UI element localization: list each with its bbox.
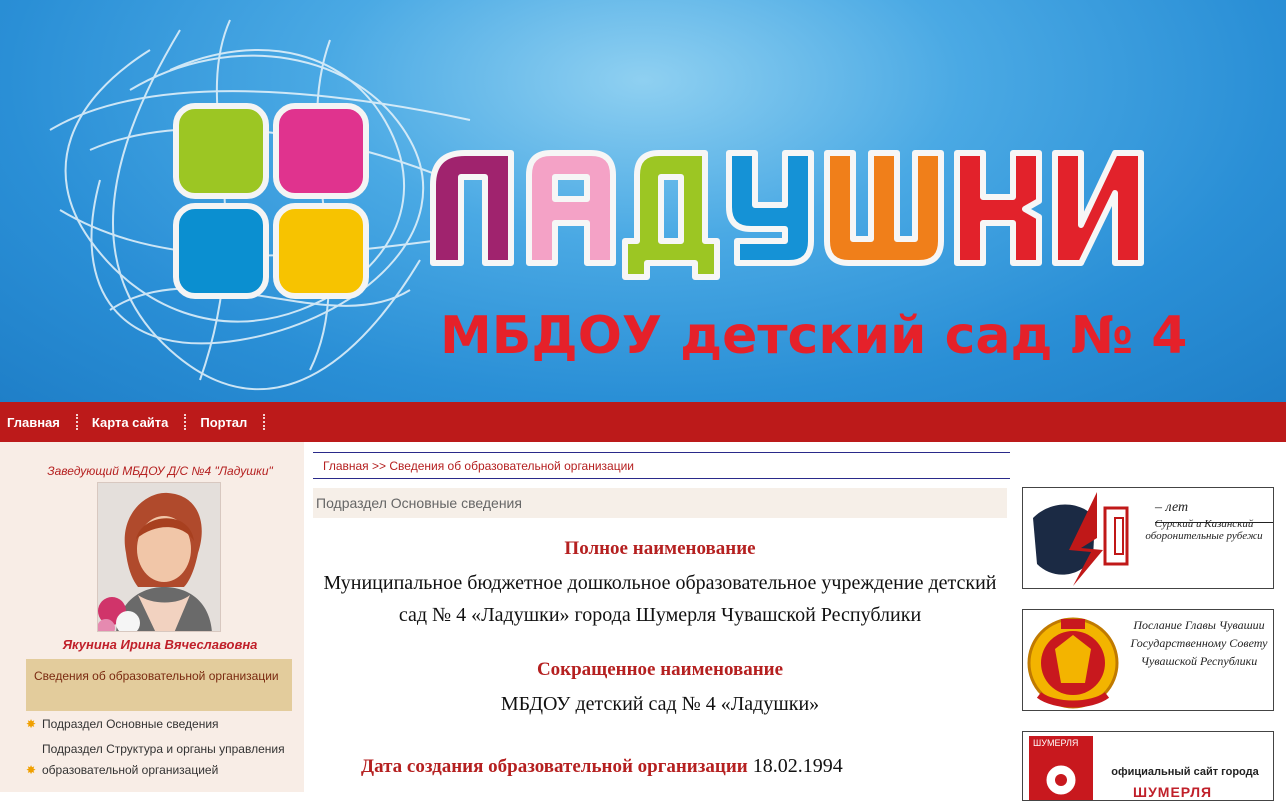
sidebar-item-basic-info[interactable]: ✸ Подраздел Основные сведения	[26, 714, 296, 735]
short-name-heading: Сокращенное наименование	[536, 659, 784, 680]
left-sidebar: Заведующий МБДОУ Д/С №4 "Ладушки" Якунин…	[0, 442, 304, 792]
menu-separator	[75, 414, 78, 430]
logo-square-pink	[273, 103, 369, 199]
founded-date-label: Дата создания образовательной организаци…	[361, 756, 748, 777]
full-name-heading: Полное наименование	[564, 538, 756, 559]
menu-separator	[184, 414, 187, 430]
city-site-text: официальный сайт города	[1111, 766, 1259, 778]
breadcrumb-separator: >>	[368, 459, 390, 473]
full-name-text: Муниципальное бюджетное дошкольное образ…	[323, 572, 997, 626]
founded-date-line: Дата создания образовательной организаци…	[361, 755, 843, 778]
breadcrumb: Главная >> Сведения об образовательной о…	[313, 452, 1010, 479]
founded-date-value: 18.02.1994	[747, 755, 843, 777]
short-name-text: МБДОУ детский сад № 4 «Ладушки»	[500, 693, 820, 715]
head-photo[interactable]	[97, 482, 221, 632]
breadcrumb-current-link[interactable]: Сведения об образовательной организации	[389, 459, 634, 473]
defensive-lines-years: – лет	[1155, 500, 1273, 523]
star-bullet-icon: ✸	[26, 763, 37, 777]
site-banner: МБДОУ детский сад № 4	[0, 0, 1286, 402]
menu-item-home[interactable]: Главная	[7, 415, 60, 430]
top-menu: Главная Карта сайта Портал	[0, 402, 1286, 442]
sidebar-item-label: Подраздел Структура и органы управления …	[42, 742, 285, 777]
logo-square-blue	[173, 203, 269, 299]
sidebar-item-label: Подраздел Основные сведения	[42, 717, 219, 731]
head-message-text: Послание Главы Чувашии Государственному …	[1130, 618, 1268, 668]
logo-square-yellow	[273, 203, 369, 299]
logo-wordmark	[430, 150, 1144, 280]
menu-item-portal[interactable]: Портал	[200, 415, 247, 430]
star-bullet-icon: ✸	[26, 717, 37, 731]
main-content: Главная >> Сведения об образовательной о…	[313, 442, 1010, 792]
head-caption: Заведующий МБДОУ Д/С №4 "Ладушки"	[47, 464, 273, 478]
subsection-title: Подраздел Основные сведения	[313, 488, 1007, 518]
banner-defensive-lines[interactable]: – лет Сурский и Казанский оборонительные…	[1022, 487, 1274, 589]
head-name: Якунина Ирина Вячеславовна	[62, 637, 258, 652]
defensive-lines-text: Сурский и Казанский оборонительные рубеж…	[1145, 518, 1263, 542]
chuvashia-emblem	[1027, 617, 1119, 709]
city-site-name: ШУМЕРЛЯ	[1133, 784, 1213, 800]
sidebar-item-structure[interactable]: ✸ Подраздел Структура и органы управлени…	[26, 739, 296, 781]
banner-head-message[interactable]: Послание Главы Чувашии Государственному …	[1022, 609, 1274, 711]
defensive-lines-emblem	[1033, 492, 1129, 586]
portrait-image	[98, 483, 220, 631]
city-badge-label: ШУМЕРЛЯ	[1033, 738, 1079, 748]
menu-separator	[263, 414, 266, 430]
banner-city-site[interactable]: ШУМЕРЛЯ официальный сайт города ШУМЕРЛЯ	[1022, 731, 1274, 801]
breadcrumb-home-link[interactable]: Главная	[323, 459, 369, 473]
site-subtitle: МБДОУ детский сад № 4	[440, 306, 1188, 366]
sidebar-item-organization-info[interactable]: Сведения об образовательной организации	[26, 659, 292, 711]
scribble-decoration	[49, 19, 471, 391]
logo-square-green	[173, 103, 269, 199]
menu-item-sitemap[interactable]: Карта сайта	[92, 415, 169, 430]
